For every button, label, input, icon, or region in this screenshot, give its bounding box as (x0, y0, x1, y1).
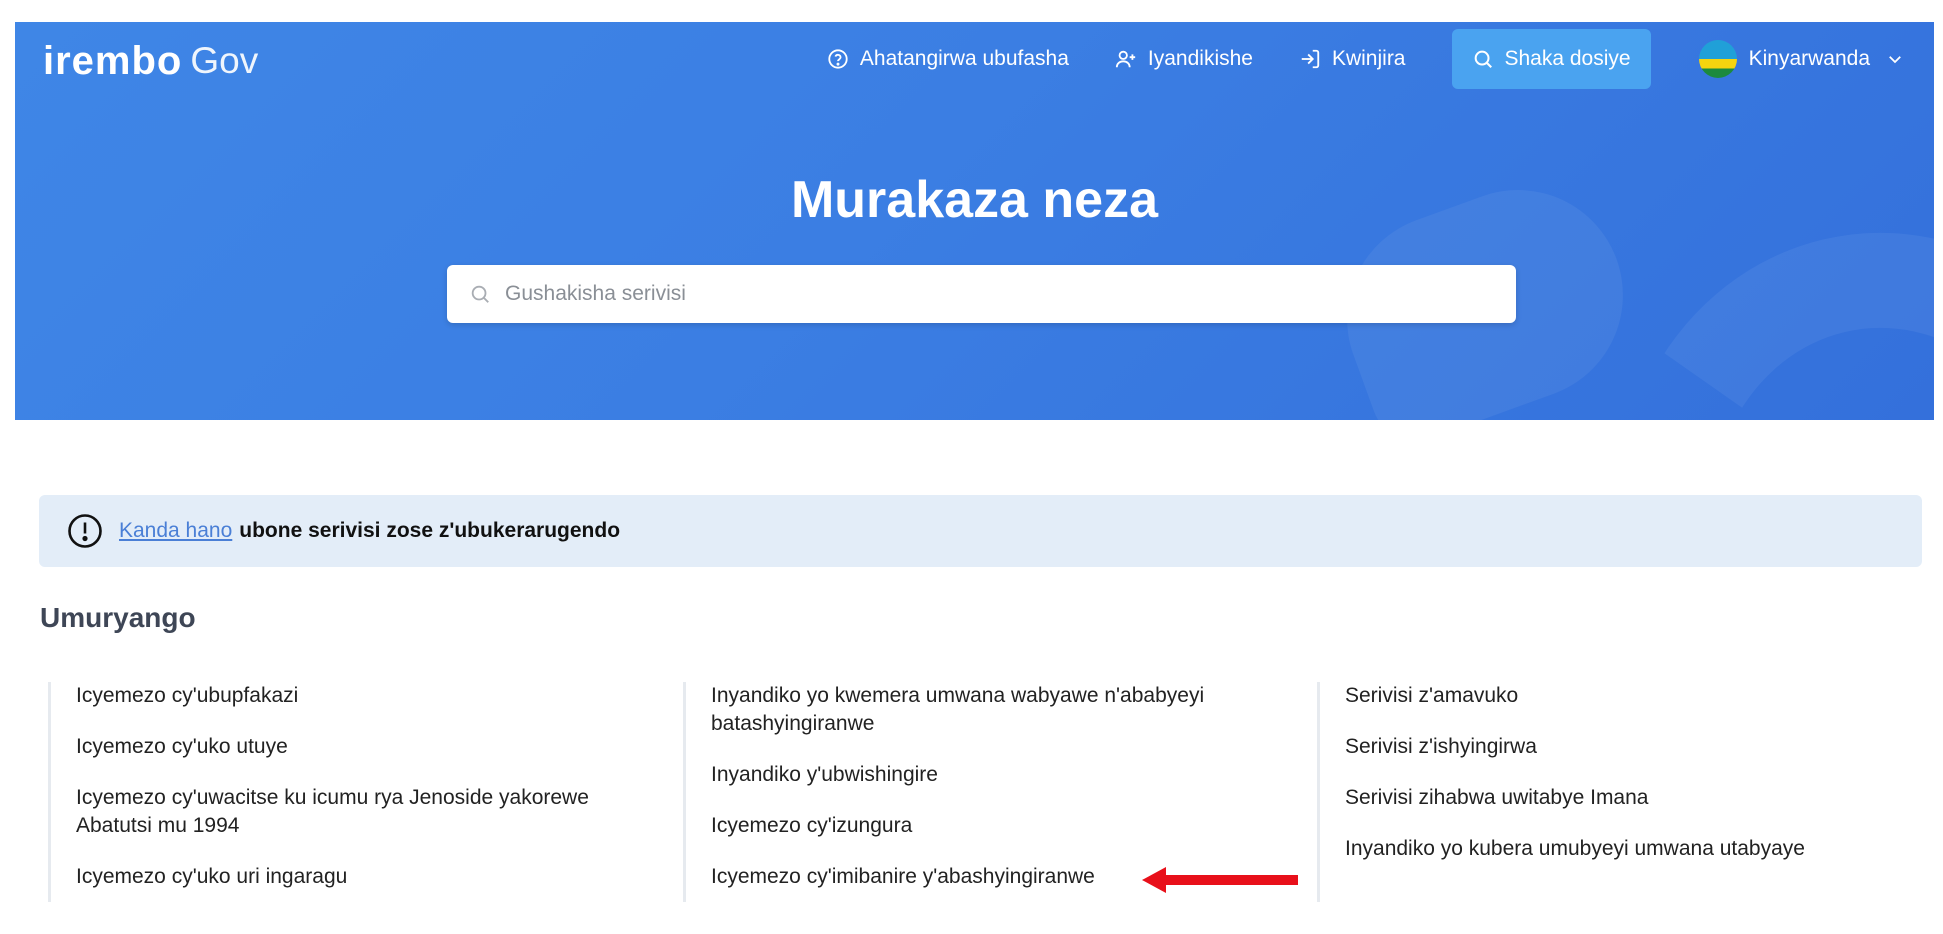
service-link[interactable]: Icyemezo cy'ubupfakazi (51, 682, 641, 710)
search-file-label: Shaka dosiye (1504, 47, 1631, 70)
rwanda-flag-icon (1698, 40, 1737, 78)
click-here-link[interactable]: Kanda hano (119, 519, 232, 543)
service-column: Serivisi z'amavuko Serivisi z'ishyingirw… (1317, 682, 1910, 902)
service-link[interactable]: Icyemezo cy'uwacitse ku icumu rya Jenosi… (51, 784, 641, 840)
section-title: Umuryango (40, 602, 196, 633)
notice-banner: Kanda hano ubone serivisi zose z'ubukera… (39, 495, 1922, 567)
service-link[interactable]: Inyandiko yo kubera umubyeyi umwana utab… (1320, 835, 1910, 863)
service-link[interactable]: Serivisi z'ishyingirwa (1320, 733, 1910, 761)
register-label: Iyandikishe (1147, 47, 1253, 70)
service-search-box[interactable] (447, 265, 1516, 323)
help-label: Ahatangirwa ubufasha (859, 47, 1069, 70)
top-nav: Ahatangirwa ubufasha Iyandikishe Kwinjir… (781, 28, 1904, 90)
service-link[interactable]: Serivisi zihabwa uwitabye Imana (1320, 784, 1910, 812)
irembo-logo[interactable]: irembo Gov (43, 36, 258, 86)
service-link[interactable]: Inyandiko yo kwemera umwana wabyawe n'ab… (686, 682, 1276, 738)
chevron-down-icon (1889, 56, 1901, 64)
service-link[interactable]: Icyemezo cy'uko utuye (51, 733, 641, 761)
login-label: Kwinjira (1331, 47, 1406, 70)
login-icon (1301, 49, 1320, 69)
help-icon (828, 49, 848, 69)
service-link[interactable]: Icyemezo cy'uko uri ingaragu (51, 863, 641, 891)
page-title: Murakaza neza (790, 171, 1159, 229)
help-link[interactable]: Ahatangirwa ubufasha (827, 47, 1069, 71)
service-link[interactable]: Icyemezo cy'izungura (686, 812, 1276, 840)
language-selector[interactable]: Kinyarwanda (1698, 40, 1904, 78)
language-label: Kinyarwanda (1748, 47, 1870, 70)
register-link[interactable]: Iyandikishe (1115, 47, 1253, 71)
logo-brand: irembo (43, 38, 183, 83)
search-file-button[interactable]: Shaka dosiye (1451, 29, 1651, 89)
service-link[interactable]: Serivisi z'amavuko (1320, 682, 1910, 710)
search-icon (471, 285, 489, 303)
service-column: Icyemezo cy'ubupfakazi Icyemezo cy'uko u… (48, 682, 641, 902)
search-input[interactable] (503, 281, 1487, 307)
add-user-icon (1115, 50, 1136, 68)
search-icon (1474, 50, 1492, 68)
login-link[interactable]: Kwinjira (1299, 47, 1406, 71)
service-link[interactable]: Inyandiko y'ubwishingire (686, 761, 1276, 789)
logo-gov: Gov (190, 40, 259, 81)
notice-message: ubone serivisi zose z'ubukerarugendo (239, 519, 621, 542)
red-arrow-annotation-icon (1142, 867, 1298, 893)
alert-icon (68, 514, 102, 548)
hero-banner: irembo Gov Ahatangirwa ubufasha Iyandiki… (15, 22, 1934, 420)
